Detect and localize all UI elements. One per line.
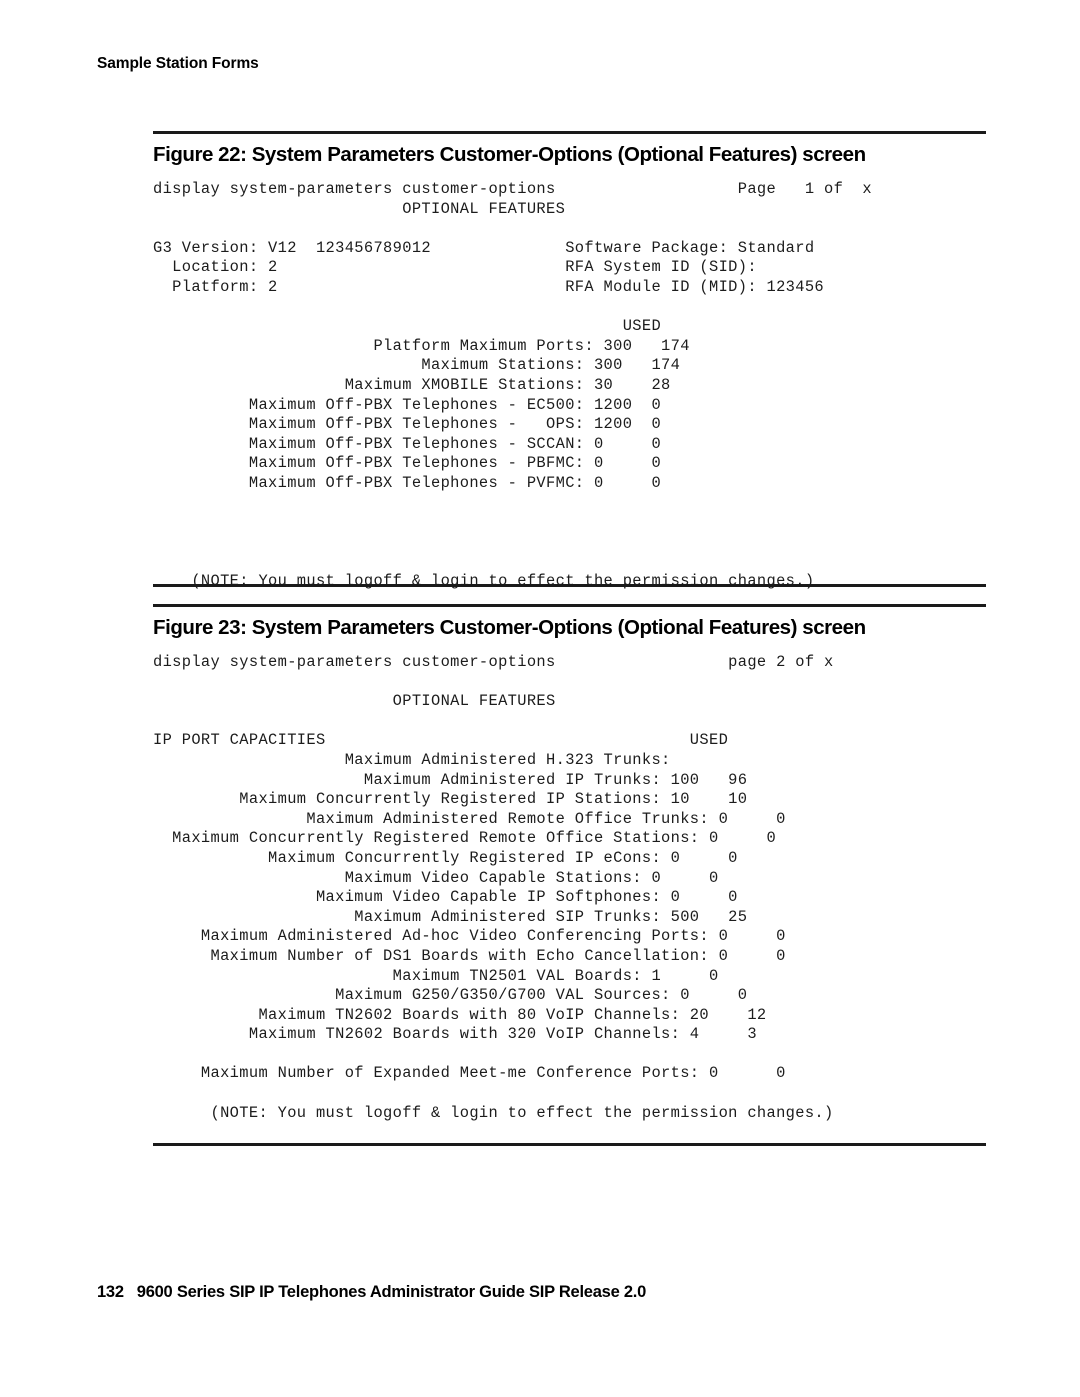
figure-22-block: Figure 22: System Parameters Customer-Op… xyxy=(153,131,986,591)
figure-23-bottom-rule-wrap xyxy=(153,1143,986,1146)
page-footer: 132 9600 Series SIP IP Telephones Admini… xyxy=(97,1283,647,1301)
figure-22-caption: Figure 22: System Parameters Customer-Op… xyxy=(153,143,866,166)
figure-23-top-rule xyxy=(153,604,986,607)
running-header: Sample Station Forms xyxy=(97,55,259,72)
figure-23-bottom-rule xyxy=(153,1143,986,1146)
figure-23-screen-text: display system-parameters customer-optio… xyxy=(153,653,834,1122)
figure-22-bottom-rule-wrap xyxy=(153,584,986,587)
figure-22-top-rule xyxy=(153,131,986,134)
figure-23-block: Figure 23: System Parameters Customer-Op… xyxy=(153,604,986,1123)
figure-22-bottom-rule xyxy=(153,584,986,587)
document-page: Sample Station Forms Figure 22: System P… xyxy=(0,0,1080,1397)
figure-23-caption: Figure 23: System Parameters Customer-Op… xyxy=(153,616,866,639)
figure-22-screen-text: display system-parameters customer-optio… xyxy=(153,180,872,590)
